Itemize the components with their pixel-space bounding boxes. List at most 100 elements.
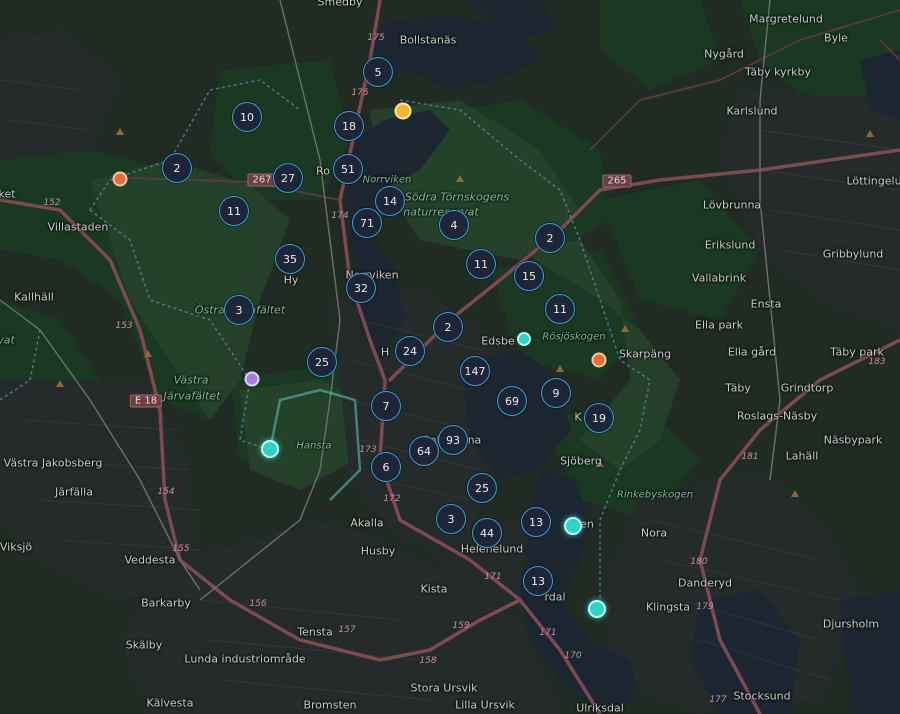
cluster-marker-c32[interactable]: 32	[346, 273, 376, 303]
map-view[interactable]: Smedby Bollstanäs Margretelund Byle Nygård Tä…	[0, 0, 900, 714]
poi-marker-teal-ulriksdal[interactable]	[588, 600, 606, 618]
road-number-label: 172	[383, 494, 401, 504]
place-label-ket: ket	[0, 187, 16, 201]
road-number-label: 179	[696, 602, 714, 612]
cluster-marker-c2c[interactable]: 2	[433, 312, 463, 342]
poi-marker-orange-east[interactable]	[591, 352, 607, 368]
cluster-marker-c93[interactable]: 93	[438, 425, 468, 455]
place-label-byle: Byle	[824, 31, 848, 45]
cluster-marker-c13a[interactable]: 13	[521, 507, 551, 537]
cluster-marker-c147[interactable]: 147	[460, 356, 490, 386]
poi-marker-purple[interactable]	[244, 371, 260, 387]
cluster-marker-c25a[interactable]: 25	[307, 347, 337, 377]
place-label-tensta: Tensta	[297, 625, 333, 639]
cluster-marker-c14[interactable]: 14	[375, 186, 405, 216]
road-shield-265: 265	[602, 174, 632, 188]
cluster-marker-c6[interactable]: 6	[371, 452, 401, 482]
place-label-djursholm: Djursholm	[822, 617, 880, 631]
cluster-marker-c2b[interactable]: 2	[535, 223, 565, 253]
place-label-vastra-jakobsberg: Västra Jakobsberg	[3, 456, 103, 470]
place-label-klingsta: Klingsta	[645, 600, 691, 614]
cluster-marker-c11c[interactable]: 11	[545, 294, 575, 324]
poi-marker-teal-nora[interactable]	[564, 517, 582, 535]
cluster-marker-c7[interactable]: 7	[371, 391, 401, 421]
place-label-sodra-tornskogens: Södra Törnskogens	[404, 190, 510, 204]
cluster-marker-c15[interactable]: 15	[514, 261, 544, 291]
place-label-nasbypark: Näsbypark	[823, 433, 883, 447]
road-number-label: 170	[564, 651, 582, 661]
place-label-kista: Kista	[420, 582, 448, 596]
place-label-kalvesta: Kälvesta	[146, 696, 194, 710]
cluster-marker-c10[interactable]: 10	[232, 102, 262, 132]
road-number-label: 171	[484, 572, 502, 582]
place-label-jarfalla: Järfälla	[55, 485, 93, 499]
place-label-hy: Hy	[283, 273, 299, 287]
cluster-marker-c25b[interactable]: 25	[467, 473, 497, 503]
cluster-marker-c2a[interactable]: 2	[162, 153, 192, 183]
cluster-marker-c4[interactable]: 4	[439, 210, 469, 240]
place-label-gribbylund: Gribbylund	[822, 247, 884, 261]
road-number-label: 175	[351, 88, 369, 98]
cluster-marker-c51[interactable]: 51	[333, 154, 363, 184]
place-label-nora: Nora	[640, 526, 668, 540]
cluster-marker-c11b[interactable]: 11	[466, 249, 496, 279]
place-label-rosjoskogen: Rösjöskogen	[542, 331, 606, 343]
road-number-label: 173	[359, 445, 377, 455]
place-label-hagalund: H	[380, 345, 390, 359]
place-label-ella-park: Ella park	[695, 318, 743, 332]
cluster-marker-c35[interactable]: 35	[275, 244, 305, 274]
cluster-marker-c24[interactable]: 24	[395, 336, 425, 366]
place-label-viksjo: Viksjö	[0, 540, 33, 554]
place-label-ulriksdal: Ulriksdal	[576, 701, 624, 714]
place-label-veddesta: Veddesta	[124, 553, 176, 567]
cluster-marker-c3b[interactable]: 3	[436, 504, 466, 534]
place-label-smedby: Smedby	[317, 0, 363, 9]
cluster-marker-c27[interactable]: 27	[273, 163, 303, 193]
poi-marker-teal-hansta[interactable]	[261, 440, 279, 458]
place-label-lilla-ursvik: Lilla Ursvik	[455, 698, 515, 712]
road-number-label: 159	[452, 621, 470, 631]
poi-marker-yellow[interactable]	[394, 102, 412, 120]
road-number-label: 157	[338, 625, 356, 635]
poi-marker-orange-west[interactable]	[112, 171, 128, 187]
cluster-marker-c19[interactable]: 19	[584, 403, 614, 433]
cluster-marker-c13b[interactable]: 13	[523, 566, 553, 596]
place-label-en: en	[580, 517, 594, 531]
place-label-ella-gard: Ella gård	[727, 345, 777, 359]
place-label-vastra: Västra	[173, 373, 209, 387]
place-label-karlslund: Karlslund	[726, 104, 778, 118]
cluster-marker-c11a[interactable]: 11	[219, 196, 249, 226]
place-label-grindtorp: Grindtorp	[780, 381, 834, 395]
road-number-label: 156	[249, 599, 267, 609]
place-label-sundbyberg-edge: Stora Ursvik	[410, 681, 478, 695]
cluster-marker-c69[interactable]: 69	[497, 386, 527, 416]
place-label-barkarby: Barkarby	[141, 596, 191, 610]
cluster-marker-c44[interactable]: 44	[472, 518, 502, 548]
place-label-ensta: Ensta	[750, 297, 782, 311]
road-number-label: 180	[690, 557, 708, 567]
place-label-sjoberg: Sjöberg	[560, 454, 602, 468]
road-number-label: 153	[115, 321, 133, 331]
place-label-edsberg: Edsbe	[481, 334, 515, 348]
cluster-marker-c5[interactable]: 5	[363, 57, 393, 87]
road-number-label: 152	[43, 198, 61, 208]
place-label-jarvafaltet: Järvafältet	[163, 389, 221, 403]
place-label-ro: Ro	[316, 164, 330, 178]
place-label-lovbrunna: Lövbrunna	[702, 198, 762, 212]
cluster-marker-c71[interactable]: 71	[352, 208, 382, 238]
place-label-bollstanas: Bollstanäs	[399, 33, 457, 47]
cluster-marker-c3a[interactable]: 3	[224, 295, 254, 325]
place-label-skalby: Skälby	[125, 638, 163, 652]
poi-marker-teal-edsberg[interactable]	[517, 332, 531, 346]
place-label-norrviken-lake: Norrviken	[362, 174, 412, 186]
road-shield-e18: E 18	[129, 394, 163, 408]
road-number-label: 154	[157, 487, 175, 497]
road-number-label: 174	[331, 211, 349, 221]
cluster-marker-c18[interactable]: 18	[334, 111, 364, 141]
place-label-akalla: Akalla	[350, 516, 384, 530]
road-number-label: 183	[868, 357, 886, 367]
cluster-marker-c64[interactable]: 64	[409, 436, 439, 466]
place-label-hansta: Hansta	[296, 440, 332, 452]
cluster-marker-c9[interactable]: 9	[541, 378, 571, 408]
place-label-stocksund: Stocksund	[733, 689, 791, 703]
